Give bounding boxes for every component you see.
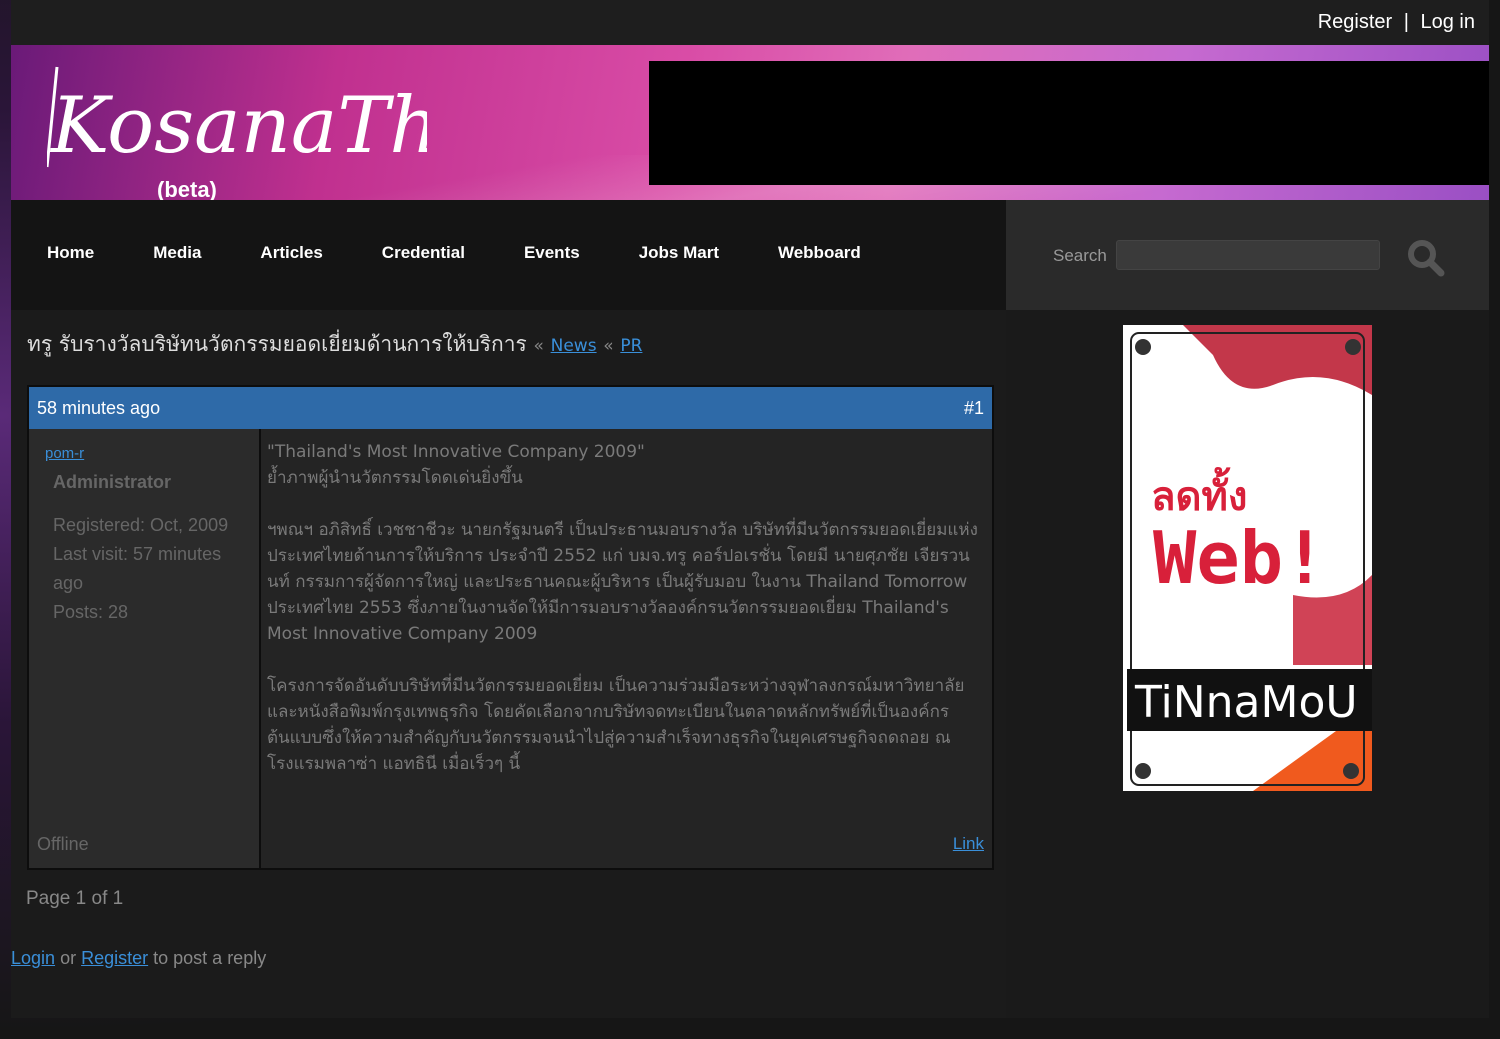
nav-media[interactable]: Media <box>153 243 201 263</box>
ad-headline-thai: ลดทั้ง <box>1151 467 1247 520</box>
breadcrumb-pr[interactable]: PR <box>620 336 642 356</box>
post-content: "Thailand's Most Innovative Company 2009… <box>267 439 987 803</box>
banner-ad-slot[interactable] <box>649 61 1489 185</box>
sidebar-ad[interactable]: ลดทั้ง Web! TiNnaMoU <box>1123 325 1372 791</box>
reply-register-link[interactable]: Register <box>81 948 148 968</box>
author-posts: Posts: 28 <box>53 602 129 622</box>
main-nav: Home Media Articles Credential Events Jo… <box>11 200 1006 310</box>
register-link[interactable]: Register <box>1318 11 1392 33</box>
reply-login-link[interactable]: Login <box>11 948 55 968</box>
site-logo[interactable]: KosanaThai (beta) <box>45 57 511 200</box>
post-permalink[interactable]: Link <box>953 834 984 854</box>
search-bar: Search <box>1006 200 1489 310</box>
author-meta: Registered: Oct, 2009 Last visit: 57 min… <box>53 511 253 627</box>
nav-jobs-mart[interactable]: Jobs Mart <box>639 243 719 263</box>
post-time: 58 minutes ago <box>29 387 269 429</box>
nav-credential[interactable]: Credential <box>382 243 465 263</box>
post-body: "Thailand's Most Innovative Company 2009… <box>261 429 992 868</box>
auth-links: Register | Log in <box>1318 11 1475 34</box>
login-link[interactable]: Log in <box>1421 11 1476 33</box>
ad-headline-web: Web! <box>1153 516 1326 600</box>
main-column: Home Media Articles Credential Events Jo… <box>11 200 1006 1018</box>
reply-suffix: to post a reply <box>153 948 267 968</box>
breadcrumb-sep-2: « <box>603 336 614 356</box>
sidebar: Search ลดทั้ง Web! TiNnaMoU <box>1006 200 1489 1018</box>
nav-events[interactable]: Events <box>524 243 580 263</box>
nav-webboard[interactable]: Webboard <box>778 243 861 263</box>
top-bar: Register | Log in <box>11 0 1489 45</box>
logo-graphic: KosanaThai <box>45 66 511 171</box>
auth-separator: | <box>1403 11 1409 33</box>
forum-post: 58 minutes ago #1 pom-r Administrator Re… <box>27 385 994 870</box>
nav-home[interactable]: Home <box>47 243 94 263</box>
reply-or: or <box>60 948 77 968</box>
author-username[interactable]: pom-r <box>45 445 84 462</box>
post-author-panel: pom-r Administrator Registered: Oct, 200… <box>29 429 261 868</box>
author-role: Administrator <box>53 472 172 492</box>
ad-brand: TiNnaMoU <box>1134 677 1358 728</box>
breadcrumb-sep: « <box>533 336 544 356</box>
header-banner: KosanaThai (beta) <box>11 45 1489 200</box>
nav-articles[interactable]: Articles <box>260 243 322 263</box>
ad-graphic: ลดทั้ง Web! TiNnaMoU <box>1123 325 1372 791</box>
search-input[interactable] <box>1116 240 1380 270</box>
breadcrumb-news[interactable]: News <box>551 336 597 356</box>
topic-title: ทรู รับรางวัลบริษัทนวัตกรรมยอดเยี่ยมด้าน… <box>27 332 527 356</box>
post-paragraph-2: โครงการจัดอันดับบริษัทที่มีนวัตกรรมยอดเย… <box>267 676 965 774</box>
post-number[interactable]: #1 <box>261 387 992 429</box>
post-subheadline: ย้ำภาพผู้นำนวัตกรรมโดดเด่นยิ่งขึ้น <box>267 468 523 488</box>
pagination-info: Page 1 of 1 <box>26 888 124 909</box>
logo-wordmark: KosanaThai <box>49 81 427 171</box>
search-label: Search <box>1053 246 1107 265</box>
author-last-visit: Last visit: 57 minutes ago <box>53 544 222 593</box>
author-registered: Registered: Oct, 2009 <box>53 515 229 535</box>
logo-beta-label: (beta) <box>157 177 217 200</box>
topic-title-line: ทรู รับรางวัลบริษัทนวัตกรรมยอดเยี่ยมด้าน… <box>27 328 642 361</box>
post-paragraph-1: ฯพณฯ อภิสิทธิ์ เวชชาชีวะ นายกรัฐมนตรี เป… <box>267 520 978 644</box>
post-headline: "Thailand's Most Innovative Company 2009… <box>267 442 645 462</box>
author-status: Offline <box>37 834 89 854</box>
search-icon[interactable] <box>1406 238 1446 278</box>
reply-prompt: Login or Register to post a reply <box>11 948 266 969</box>
